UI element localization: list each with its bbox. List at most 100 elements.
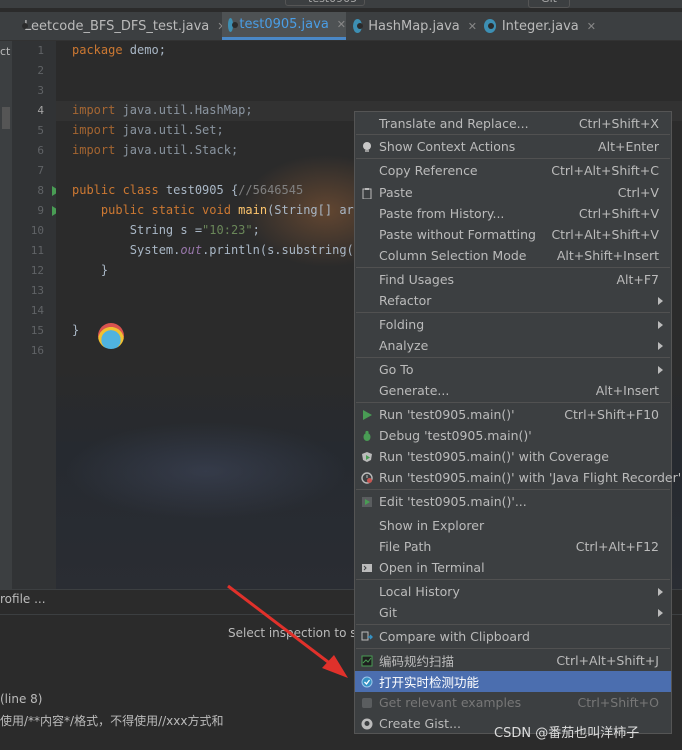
menu-item-column-selection-mode[interactable]: Column Selection Mode Alt+Shift+Insert	[355, 245, 671, 266]
vcs-widget[interactable]: Git	[528, 0, 570, 8]
menu-item-item-25[interactable]: 打开实时检测功能	[355, 671, 671, 692]
menu-separator	[356, 402, 670, 403]
menu-separator	[356, 158, 670, 159]
problem-line-ref[interactable]: (line 8)	[0, 692, 42, 706]
code-text: java.util.HashMap;	[115, 103, 253, 117]
menu-item-shortcut: Alt+Enter	[598, 139, 659, 154]
menu-item-item-24[interactable]: 编码规约扫描 Ctrl+Alt+Shift+J	[355, 650, 671, 671]
examples-icon	[361, 697, 373, 709]
line-number: 16	[30, 344, 44, 357]
code-keyword: import	[72, 103, 116, 117]
code-keyword: import	[72, 123, 116, 137]
line-number: 6	[37, 144, 44, 157]
code-text: demo;	[122, 43, 166, 57]
clipboard-icon	[361, 187, 373, 199]
close-icon[interactable]: ✕	[468, 20, 477, 33]
menu-item-label: Show Context Actions	[379, 139, 516, 154]
tab-label: HashMap.java	[368, 18, 460, 34]
project-scrollbar[interactable]	[2, 107, 10, 129]
code-text: System.	[72, 243, 181, 257]
menu-separator	[356, 489, 670, 490]
scan-icon	[361, 655, 373, 667]
submenu-arrow-icon	[658, 365, 663, 374]
line-number: 11	[30, 244, 44, 257]
menu-item-show-context-actions[interactable]: Show Context Actions Alt+Enter	[355, 136, 671, 157]
profile-tab[interactable]: rofile ...	[0, 590, 46, 606]
menu-item-file-path[interactable]: File Path Ctrl+Alt+F12	[355, 536, 671, 557]
menu-item-edit-test0905-main[interactable]: Edit 'test0905.main()'...	[355, 491, 671, 512]
menu-item-local-history[interactable]: Local History	[355, 581, 671, 602]
menu-item-run-test0905-main-with-coverage[interactable]: Run 'test0905.main()' with Coverage	[355, 446, 671, 467]
menu-item-label: Git	[379, 605, 398, 620]
line-number: 1	[37, 44, 44, 57]
menu-separator	[356, 624, 670, 625]
menu-item-label: Run 'test0905.main()'	[379, 407, 515, 422]
menu-item-go-to[interactable]: Go To	[355, 359, 671, 380]
menu-item-find-usages[interactable]: Find Usages Alt+F7	[355, 269, 671, 290]
menu-item-label: Paste from History...	[379, 206, 505, 221]
profiler-icon	[361, 471, 373, 484]
menu-item-label: Get relevant examples	[379, 695, 522, 710]
menu-item-refactor[interactable]: Refactor	[355, 290, 671, 311]
code-text: ;	[252, 223, 260, 237]
run-icon	[361, 409, 373, 421]
menu-item-compare-with-clipboard[interactable]: Compare with Clipboard	[355, 626, 671, 647]
compare-icon	[361, 631, 373, 643]
menu-item-shortcut: Ctrl+Alt+Shift+J	[556, 653, 659, 668]
line-number: 2	[37, 64, 44, 77]
editor-gutter: 1 2 3 4 5 6 7 8 9 10 11 12 13 14 15 16	[12, 41, 60, 591]
code-keyword: import	[72, 143, 116, 157]
line-number: 4	[37, 104, 44, 117]
menu-item-label: Copy Reference	[379, 163, 478, 178]
close-icon[interactable]: ✕	[587, 20, 596, 33]
code-comment: //5646545	[238, 183, 304, 197]
run-config-selector[interactable]: test0905	[285, 0, 365, 6]
menu-item-paste-without-formatting[interactable]: Paste without Formatting Ctrl+Alt+Shift+V	[355, 224, 671, 245]
line-number: 10	[30, 224, 44, 237]
java-class-icon	[228, 17, 239, 32]
tab-test0905[interactable]: test0905.java ✕	[222, 12, 346, 40]
menu-item-debug-test0905-main[interactable]: Debug 'test0905.main()'	[355, 425, 671, 446]
problem-message[interactable]: 使用/**内容*/格式，不得使用//xxx方式和	[0, 712, 223, 729]
java-class-icon	[484, 19, 496, 33]
close-icon[interactable]: ✕	[337, 18, 346, 31]
menu-item-paste[interactable]: Paste Ctrl+V	[355, 182, 671, 203]
menu-item-shortcut: Ctrl+Shift+X	[578, 116, 659, 131]
menu-item-label: Go To	[379, 362, 414, 377]
menu-item-open-in-terminal[interactable]: Open in Terminal	[355, 557, 671, 578]
line-number: 5	[37, 124, 44, 137]
menu-item-run-test0905-main[interactable]: Run 'test0905.main()' Ctrl+Shift+F10	[355, 404, 671, 425]
inspection-hint: Select inspection to se	[228, 626, 364, 640]
tab-hashmap[interactable]: HashMap.java ✕	[347, 12, 477, 40]
menu-item-shortcut: Alt+Insert	[595, 383, 659, 398]
tab-label: test0905.java	[239, 17, 329, 32]
project-panel-label: ct	[0, 45, 11, 58]
menu-item-git[interactable]: Git	[355, 602, 671, 623]
menu-item-label: 编码规约扫描	[379, 654, 455, 669]
menu-item-generate[interactable]: Generate... Alt+Insert	[355, 380, 671, 401]
menu-item-label: Compare with Clipboard	[379, 629, 530, 644]
tab-integer[interactable]: Integer.java ✕	[478, 12, 596, 40]
tab-leetcode[interactable]: Leetcode_BFS_DFS_test.java ✕	[12, 12, 226, 40]
line-number: 12	[30, 264, 44, 277]
menu-item-folding[interactable]: Folding	[355, 314, 671, 335]
menu-item-label: 打开实时检测功能	[379, 675, 480, 690]
code-field: out	[180, 243, 203, 257]
submenu-arrow-icon	[658, 608, 663, 617]
menu-item-label: File Path	[379, 539, 432, 554]
menu-separator	[356, 267, 670, 268]
context-menu: Translate and Replace... Ctrl+Shift+X Show…	[354, 111, 681, 734]
menu-item-shortcut: Ctrl+Shift+O	[577, 695, 659, 710]
java-class-icon	[353, 19, 364, 33]
menu-item-copy-reference[interactable]: Copy Reference Ctrl+Alt+Shift+C	[355, 160, 671, 181]
line-number: 7	[37, 164, 44, 177]
menu-item-label: Find Usages	[379, 272, 455, 287]
menu-item-run-test0905-main-with-java-flight-recorder[interactable]: Run 'test0905.main()' with 'Java Flight …	[355, 467, 681, 488]
menu-item-label: Run 'test0905.main()' with 'Java Flight …	[379, 470, 682, 485]
menu-item-show-in-explorer[interactable]: Show in Explorer	[355, 515, 671, 536]
menu-item-analyze[interactable]: Analyze	[355, 335, 671, 356]
menu-item-get-relevant-examples[interactable]: Get relevant examples Ctrl+Shift+O	[355, 692, 671, 713]
menu-item-translate-and-replace[interactable]: Translate and Replace... Ctrl+Shift+X	[355, 113, 671, 134]
menu-item-paste-from-history[interactable]: Paste from History... Ctrl+Shift+V	[355, 203, 671, 224]
edit-config-icon	[361, 496, 373, 508]
